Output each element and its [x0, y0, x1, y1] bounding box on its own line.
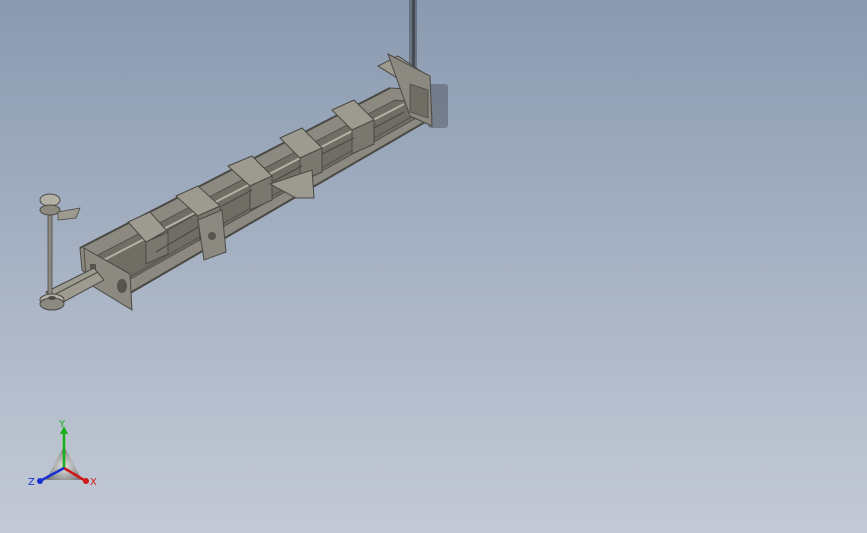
y-axis-label: Y: [58, 419, 66, 430]
cad-viewport[interactable]: Y X Z: [0, 0, 867, 533]
orientation-triad[interactable]: Y X Z: [24, 418, 104, 494]
z-axis-label: Z: [28, 477, 35, 488]
x-arrow-icon: [83, 478, 89, 484]
conveyor-model[interactable]: [0, 0, 867, 533]
x-axis-label: X: [90, 477, 97, 488]
z-arrow-icon: [37, 478, 43, 484]
